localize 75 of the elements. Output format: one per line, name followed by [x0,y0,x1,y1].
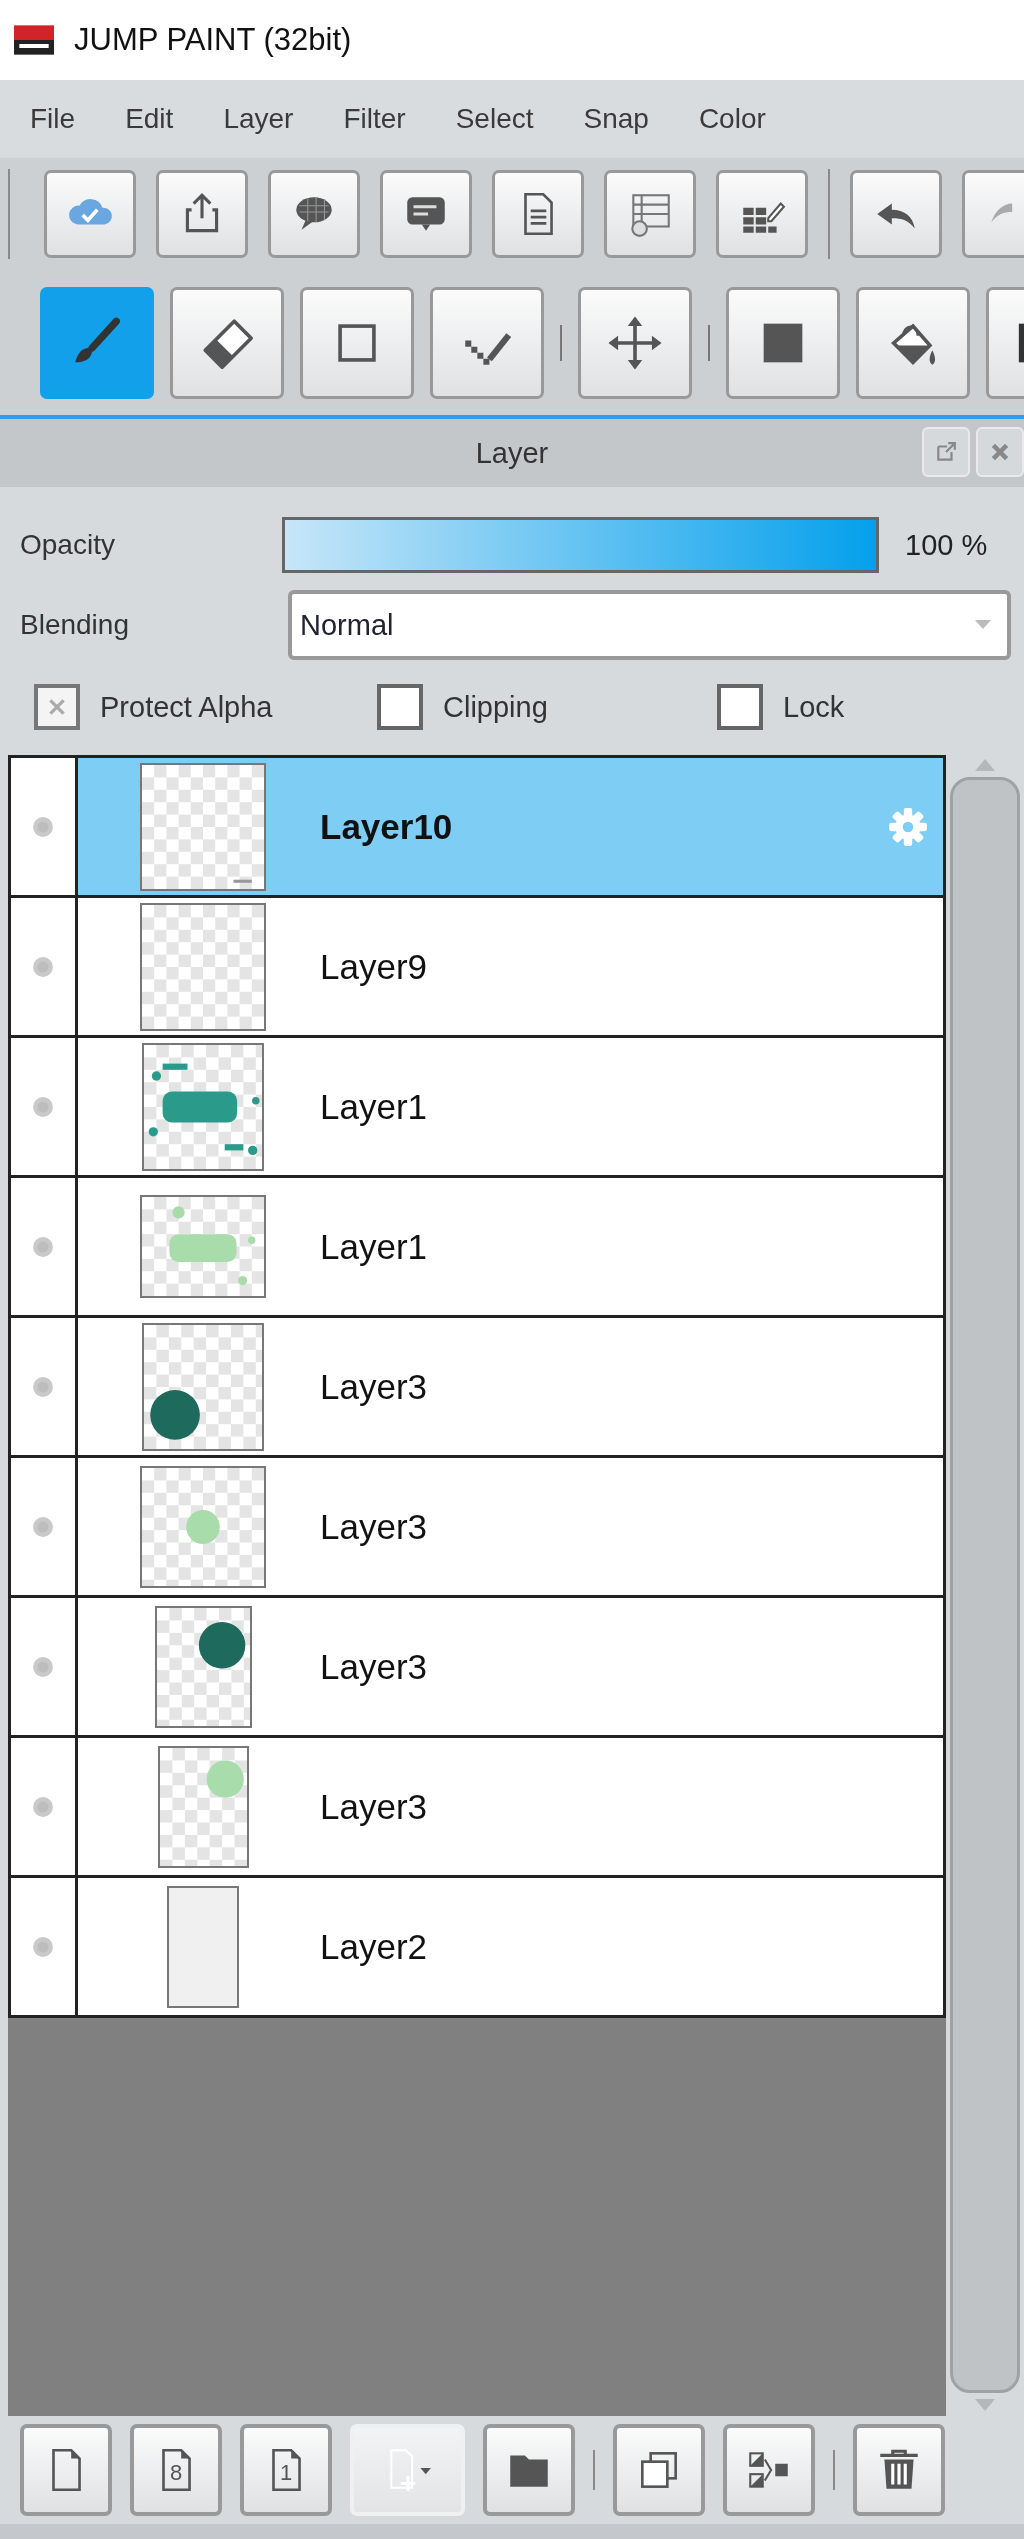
folder-button[interactable] [483,2424,575,2516]
checkbox-label: Clipping [443,690,548,724]
layer-row[interactable]: Layer3 [8,1598,946,1738]
layer-row[interactable]: Layer1 [8,1178,946,1318]
visibility-dot-icon[interactable] [32,955,54,978]
checkbox[interactable] [34,684,80,730]
checkbox-label: Lock [783,690,845,724]
menu-item[interactable]: Snap [583,103,649,135]
visibility-dot-icon[interactable] [32,1795,54,1818]
checkbox[interactable] [377,684,423,730]
layer-name: Layer10 [320,806,454,847]
layer-name: Layer1 [320,1086,429,1127]
rectangle-button[interactable] [300,286,414,399]
blending-dropdown[interactable]: Normal [288,590,1011,660]
visibility-dot-icon[interactable] [32,1235,54,1258]
menu-item[interactable]: Edit [125,103,174,135]
close-icon [989,441,1011,463]
menu-item[interactable]: Filter [343,103,406,135]
duplicate-button[interactable] [613,2424,705,2516]
x-mark-icon [46,696,68,718]
visibility-dot-icon[interactable] [32,1935,54,1958]
panel-title: Layer [475,436,549,470]
layer-name: Layer2 [320,1926,429,1967]
layer-name: Layer3 [320,1506,429,1547]
layer-row[interactable]: Layer1 [8,1038,946,1178]
visibility-dot-icon[interactable] [32,1655,54,1678]
layer-row[interactable]: Layer3 [8,1458,946,1598]
blending-label: Blending [20,609,130,641]
window-title: JUMP PAINT (32bit) [74,22,352,58]
delete-button[interactable] [853,2424,945,2516]
undo-button[interactable] [850,170,942,258]
menu-item[interactable]: Color [698,103,766,135]
opacity-value: 100 % [905,528,988,562]
layer-row[interactable]: Layer9 [8,898,946,1038]
checkbox[interactable] [717,684,763,730]
layer-name: Layer1 [320,1226,429,1267]
menu-item[interactable]: Layer [223,103,294,135]
layer-name: Layer3 [320,1646,429,1687]
layer-name: Layer3 [320,1366,429,1407]
visibility-dot-icon[interactable] [32,1375,54,1398]
external-window-icon [935,441,957,463]
speech-balloon-button[interactable] [268,170,360,258]
app-logo-icon [14,25,54,55]
layer-name: Layer3 [320,1786,429,1827]
paint-bucket-button[interactable] [856,286,970,399]
eraser-button[interactable] [170,286,284,399]
undock-button[interactable] [922,427,970,477]
document-button[interactable] [492,170,584,258]
grid-edit-button[interactable] [716,170,808,258]
close-button[interactable] [976,427,1024,477]
visibility-dot-icon[interactable] [32,815,54,838]
filled-square-button[interactable] [726,286,840,399]
layer-row[interactable]: Layer3 [8,1738,946,1878]
new-layer-button[interactable]: 1 [240,2424,332,2516]
visibility-dot-icon[interactable] [32,1515,54,1538]
checkbox-label: Protect Alpha [100,690,273,724]
new-layer-button[interactable] [20,2424,112,2516]
new-layer-button[interactable]: 8 [130,2424,222,2516]
layer-row[interactable]: Layer3 [8,1318,946,1458]
menu-item[interactable]: File [30,103,76,135]
merge-layers-button[interactable] [723,2424,815,2516]
move-button[interactable] [578,286,692,399]
opacity-label: Opacity [20,529,116,561]
dotted-line-pen-button[interactable] [430,286,544,399]
layer-name: Layer9 [320,946,429,987]
visibility-dot-icon[interactable] [32,1095,54,1118]
table-clock-button[interactable] [604,170,696,258]
layer-row[interactable]: Layer10 [8,758,946,898]
share-button[interactable] [156,170,248,258]
cloud-check-button[interactable] [44,170,136,258]
comment-button[interactable] [380,170,472,258]
menu-item[interactable]: Select [455,103,534,135]
layer-row[interactable]: Layer2 [8,1878,946,2018]
caret-icon [975,620,991,630]
brush-button[interactable] [40,286,154,399]
